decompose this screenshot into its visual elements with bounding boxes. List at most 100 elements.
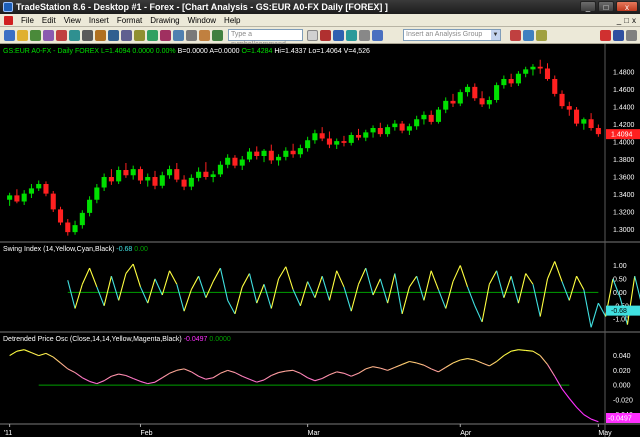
- dpo-segment: [45, 352, 54, 358]
- grid-icon[interactable]: [69, 30, 80, 41]
- dpo-segment: [256, 379, 265, 383]
- candle-body: [392, 123, 398, 128]
- minimize-button[interactable]: _: [580, 1, 596, 12]
- chart-analysis-window[interactable]: 1.4800 1.4600 1.4400 1.4200 1.4000 1.3800 1.36…: [0, 44, 640, 437]
- alert-icon[interactable]: [199, 30, 210, 41]
- price-axis-label: 1.3600: [613, 175, 635, 182]
- trendline-icon[interactable]: [108, 30, 119, 41]
- chart-icon[interactable]: [56, 30, 67, 41]
- hand-icon[interactable]: [372, 30, 383, 41]
- bar-type-icon[interactable]: [320, 30, 331, 41]
- menu-help[interactable]: Help: [220, 16, 244, 25]
- chevron-down-icon[interactable]: ▼: [491, 30, 500, 40]
- print-icon[interactable]: [43, 30, 54, 41]
- radar-icon[interactable]: [626, 30, 637, 41]
- insert-study-icon[interactable]: [536, 30, 547, 41]
- dpo-segment: [38, 352, 47, 357]
- swing-index-segment: [532, 284, 541, 317]
- swing-index-segment: [81, 267, 91, 285]
- symbol-lookup-icon[interactable]: [307, 30, 318, 41]
- tradestation-logo-icon: [3, 2, 13, 12]
- candle-body: [457, 92, 463, 104]
- swing-index-segment: [539, 278, 549, 317]
- dpo-segment: [285, 369, 294, 372]
- maximize-button[interactable]: □: [598, 1, 614, 12]
- new-icon[interactable]: [4, 30, 15, 41]
- swing-index-segment: [96, 286, 105, 306]
- time-axis-label: Mar: [308, 430, 321, 437]
- candle-body: [406, 126, 412, 131]
- link-icon[interactable]: [359, 30, 370, 41]
- candle-body: [523, 69, 529, 74]
- menu-view[interactable]: View: [60, 16, 85, 25]
- strategy-icon[interactable]: [160, 30, 171, 41]
- candle-body: [581, 119, 587, 124]
- pencil-icon[interactable]: [95, 30, 106, 41]
- menu-file[interactable]: File: [17, 16, 38, 25]
- dpo-segment: [416, 362, 425, 366]
- candle-body: [188, 177, 194, 187]
- candle-body: [268, 150, 274, 161]
- swing-index-segment: [74, 284, 83, 309]
- menu-edit[interactable]: Edit: [38, 16, 60, 25]
- order-icon[interactable]: [212, 30, 223, 41]
- candle-body: [297, 148, 303, 155]
- candle-body: [443, 100, 449, 110]
- zoom-icon[interactable]: [134, 30, 145, 41]
- mdi-close-button[interactable]: x: [632, 16, 636, 25]
- dpo-segment: [292, 369, 301, 374]
- swing-index-segment: [314, 276, 323, 298]
- cursor-icon[interactable]: [82, 30, 93, 41]
- chart-tab-icon[interactable]: [600, 30, 611, 41]
- dpo-segment: [103, 375, 112, 382]
- window-link-icon[interactable]: [173, 30, 184, 41]
- dpo-axis-label: -0.020: [613, 397, 633, 404]
- menu-drawing[interactable]: Drawing: [146, 16, 183, 25]
- swing-index-segment: [408, 275, 418, 288]
- exchange-label: FOREX: [74, 48, 100, 55]
- last-price-tag-label: 1.4094: [611, 132, 633, 139]
- swing-index-segment: [169, 270, 178, 285]
- swing-index-segment: [328, 270, 338, 301]
- dpo-segment: [576, 406, 585, 416]
- swing-index-segment: [161, 270, 171, 296]
- indicator-icon[interactable]: [147, 30, 158, 41]
- swing-index-segment: [350, 284, 360, 312]
- analysis-group-select[interactable]: Insert an Analysis Group ▼: [403, 29, 501, 41]
- menu-insert[interactable]: Insert: [85, 16, 113, 25]
- matrix-icon[interactable]: [613, 30, 624, 41]
- menu-format[interactable]: Format: [113, 16, 146, 25]
- settings-icon[interactable]: [186, 30, 197, 41]
- time-axis-label: '11: [4, 430, 13, 437]
- format-symbol-icon[interactable]: [346, 30, 357, 41]
- time-axis-label: Apr: [460, 430, 472, 437]
- dpo-segment: [263, 375, 272, 381]
- symbol-command-input[interactable]: Type a symbol/command: [228, 29, 303, 48]
- insert-strategy-icon[interactable]: [523, 30, 534, 41]
- text-tool-icon[interactable]: [121, 30, 132, 41]
- insert-indicator-icon[interactable]: [510, 30, 521, 41]
- swing-index-segment: [234, 286, 243, 314]
- dpo-segment: [169, 369, 178, 374]
- swing-index-segment: [488, 270, 498, 285]
- price-axis-label: 1.4400: [613, 105, 635, 112]
- dpo-name: Detrended Price Osc (Close,14,14,Yellow,…: [3, 336, 182, 343]
- swing-index-segment: [67, 280, 76, 309]
- dpo-segment: [561, 388, 570, 399]
- dpo-segment: [242, 375, 250, 380]
- open-folder-icon[interactable]: [17, 30, 28, 41]
- save-icon[interactable]: [30, 30, 41, 41]
- chart-canvas[interactable]: 1.4800 1.4600 1.4400 1.4200 1.4000 1.3800 1.36…: [0, 44, 640, 437]
- chart-window-icon[interactable]: [4, 15, 13, 25]
- menu-window[interactable]: Window: [184, 16, 220, 25]
- symbol-label: GS:EUR A0-FX - Daily: [3, 48, 74, 55]
- price-axis-label: 1.3800: [613, 157, 635, 164]
- mdi-restore-button[interactable]: □: [624, 16, 629, 25]
- dpo-segment: [212, 372, 221, 379]
- dpo-segment: [161, 372, 170, 379]
- mdi-minimize-button[interactable]: _: [617, 16, 621, 25]
- net-change-label: 0.0000: [132, 48, 154, 55]
- close-button[interactable]: x: [616, 1, 638, 12]
- dpo-segment: [60, 362, 69, 370]
- data-interval-icon[interactable]: [333, 30, 344, 41]
